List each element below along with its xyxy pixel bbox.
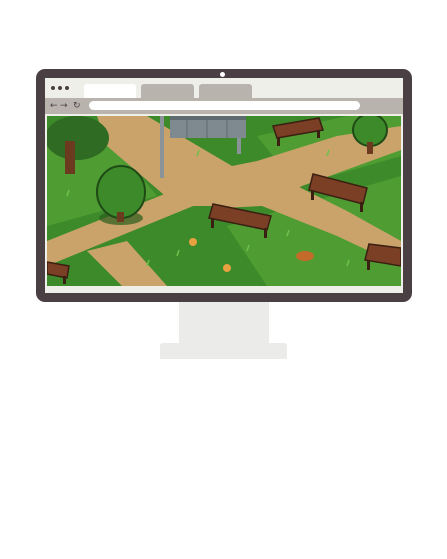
monitor-stand-neck (179, 302, 269, 344)
browser-toolbar: ← → ↻ (45, 98, 403, 114)
back-arrow-icon[interactable]: ← (50, 100, 58, 112)
address-bar[interactable] (89, 101, 360, 110)
flower-icon (189, 238, 197, 246)
dot-icon (65, 86, 69, 90)
webcam-icon (220, 72, 225, 77)
tree-trunk (65, 141, 75, 174)
rock-icon (296, 251, 314, 261)
dot-icon (51, 86, 55, 90)
tree-trunk (117, 212, 124, 222)
tab-third[interactable] (199, 84, 252, 98)
tab-second[interactable] (141, 84, 194, 98)
tree-trunk (367, 142, 373, 154)
tree-canopy (352, 116, 388, 147)
flower-icon (223, 264, 231, 272)
monitor: ← → ↻ (36, 69, 412, 302)
tree-canopy (47, 116, 109, 160)
page-viewport[interactable] (47, 116, 401, 286)
reload-icon[interactable]: ↻ (73, 100, 81, 112)
browser-window: ← → ↻ (45, 78, 403, 293)
tree-canopy (96, 165, 146, 219)
forward-arrow-icon[interactable]: → (60, 100, 68, 112)
tab-active[interactable] (84, 84, 136, 98)
park-scene (47, 116, 401, 286)
lamp-post (160, 116, 164, 178)
monitor-stand-base (160, 343, 287, 359)
browser-bottom-bar (45, 286, 403, 293)
dot-icon (58, 86, 62, 90)
tab-bar (45, 78, 403, 98)
window-menu-dots[interactable] (51, 86, 69, 90)
